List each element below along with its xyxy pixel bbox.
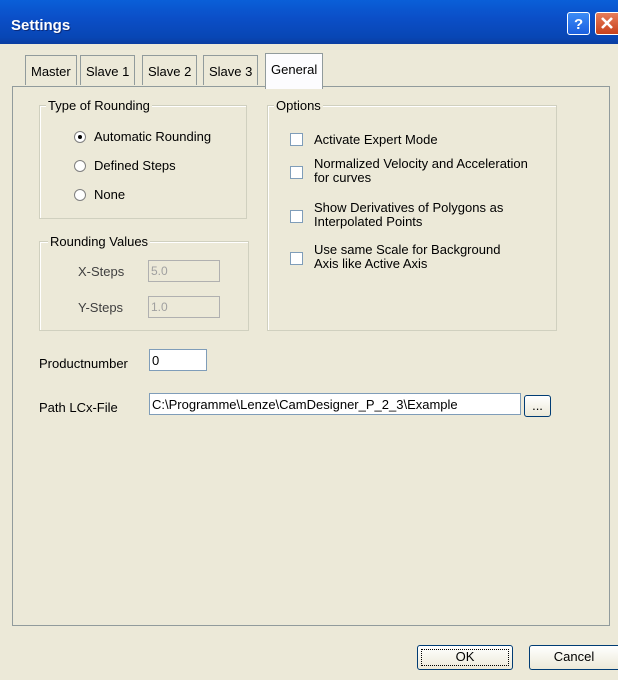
type-of-rounding-legend: Type of Rounding xyxy=(46,98,152,113)
y-steps-label: Y-Steps xyxy=(78,300,124,315)
rounding-values-legend: Rounding Values xyxy=(48,234,151,249)
radio-label: None xyxy=(94,187,126,202)
checkbox-label: Activate Expert Mode xyxy=(314,132,438,147)
ok-button[interactable]: OK xyxy=(417,645,513,670)
x-steps-label: X-Steps xyxy=(78,264,125,279)
cancel-button[interactable]: Cancel xyxy=(529,645,618,670)
radio-label: Defined Steps xyxy=(94,158,176,173)
options-legend: Options xyxy=(274,98,323,113)
help-button[interactable]: ? xyxy=(567,12,590,35)
radio-indicator[interactable] xyxy=(74,131,86,143)
browse-button[interactable]: ... xyxy=(524,395,551,417)
window-title: Settings xyxy=(11,17,71,34)
radio-indicator[interactable] xyxy=(74,160,86,172)
ok-button-label: OK xyxy=(455,649,475,664)
checkbox-indicator[interactable] xyxy=(290,133,303,146)
close-button[interactable] xyxy=(595,12,618,35)
general-tab-panel: Type of Rounding Automatic Rounding Defi… xyxy=(12,86,610,626)
path-input[interactable]: C:\Programme\Lenze\CamDesigner_P_2_3\Exa… xyxy=(149,393,521,415)
radio-label: Automatic Rounding xyxy=(94,129,212,144)
checkbox-label: Normalized Velocity and Acceleration xyxy=(314,156,528,171)
title-bar: Settings ? xyxy=(0,0,618,44)
checkbox-label-line2: for curves xyxy=(314,170,372,185)
checkbox-label-line2: Interpolated Points xyxy=(314,214,423,229)
tab-slave-3[interactable]: Slave 3 xyxy=(203,55,259,85)
options-group: Options Activate Expert Mode Normalized … xyxy=(267,98,557,331)
productnumber-input[interactable]: 0 xyxy=(149,349,207,371)
checkbox-indicator[interactable] xyxy=(290,252,303,265)
radio-indicator[interactable] xyxy=(74,189,86,201)
checkbox-label-line2: Axis like Active Axis xyxy=(314,256,428,271)
x-steps-input[interactable]: 5.0 xyxy=(148,260,220,282)
close-icon xyxy=(601,17,613,29)
tab-slave-1[interactable]: Slave 1 xyxy=(80,55,136,85)
checkbox-label: Show Derivatives of Polygons as xyxy=(314,200,504,215)
help-icon: ? xyxy=(574,16,583,33)
path-label: Path LCx-File xyxy=(39,400,118,415)
checkbox-indicator[interactable] xyxy=(290,166,303,179)
checkbox-indicator[interactable] xyxy=(290,210,303,223)
checkbox-label: Use same Scale for Background xyxy=(314,242,501,257)
type-of-rounding-group: Type of Rounding Automatic Rounding Defi… xyxy=(39,98,247,219)
y-steps-input[interactable]: 1.0 xyxy=(148,296,220,318)
tab-slave-2[interactable]: Slave 2 xyxy=(142,55,198,85)
svg-text:?: ? xyxy=(574,16,583,33)
rounding-values-group: Rounding Values X-Steps 5.0 Y-Steps 1.0 xyxy=(39,234,249,331)
tab-master[interactable]: Master xyxy=(25,55,77,85)
productnumber-label: Productnumber xyxy=(39,356,128,371)
tab-general[interactable]: General xyxy=(265,53,324,89)
cancel-button-label: Cancel xyxy=(553,649,595,664)
